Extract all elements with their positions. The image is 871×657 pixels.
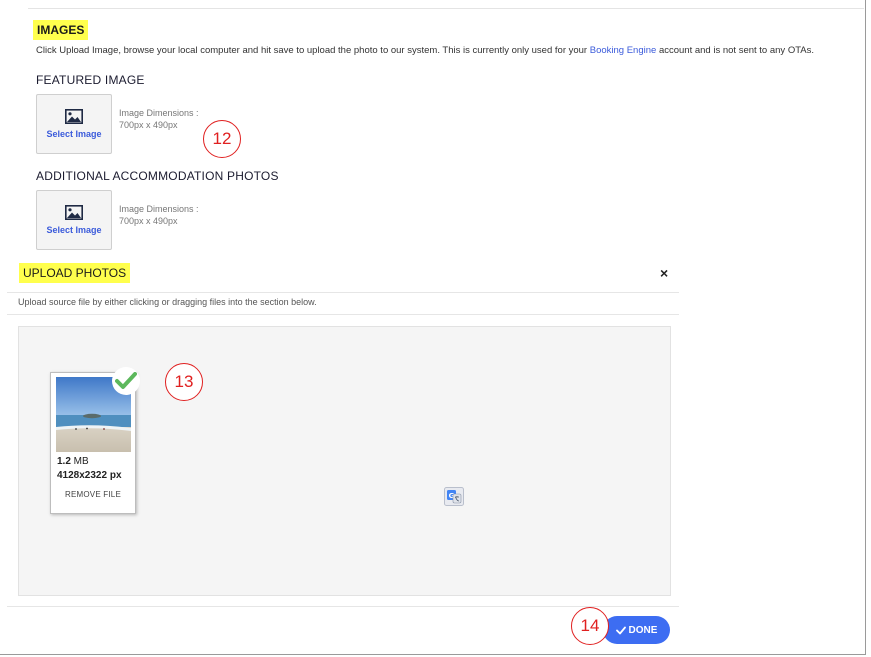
dims-value: 700px x 490px <box>119 120 178 130</box>
featured-select-image-button[interactable]: Select Image <box>36 94 112 154</box>
done-label: DONE <box>628 624 658 636</box>
image-icon <box>65 109 83 124</box>
upload-photos-title: UPLOAD PHOTOS <box>19 263 131 283</box>
dims-label: Image Dimensions : <box>119 108 199 118</box>
upload-photos-modal: UPLOAD PHOTOS × Upload source file by ei… <box>7 258 679 655</box>
uploaded-file-card: 1.2 MB 4128x2322 px REMOVE FILE <box>50 367 140 514</box>
check-icon <box>615 626 626 634</box>
select-image-label: Select Image <box>46 129 102 139</box>
description-text: Click Upload Image, browse your local co… <box>36 45 590 56</box>
modal-divider <box>7 314 679 315</box>
images-description: Click Upload Image, browse your local co… <box>36 45 814 56</box>
additional-select-image-button[interactable]: Select Image <box>36 190 112 250</box>
close-icon[interactable]: × <box>660 265 668 281</box>
file-size: 1.2 MB <box>57 456 89 467</box>
callout-13: 13 <box>165 363 203 401</box>
featured-image-title: FEATURED IMAGE <box>36 73 145 87</box>
translate-icon[interactable]: G <box>444 487 464 506</box>
upload-help-text: Upload source file by either clicking or… <box>18 297 317 307</box>
done-button[interactable]: DONE <box>603 616 670 644</box>
callout-12: 12 <box>203 120 241 158</box>
file-size-unit: MB <box>70 456 89 467</box>
image-icon <box>65 205 83 220</box>
file-dimensions: 4128x2322 px <box>57 470 122 481</box>
modal-divider <box>7 292 679 293</box>
file-dropzone[interactable]: 1.2 MB 4128x2322 px REMOVE FILE G <box>18 326 671 596</box>
frame-edge-bottom <box>0 654 866 655</box>
dims-label: Image Dimensions : <box>119 204 199 214</box>
select-image-label: Select Image <box>46 225 102 235</box>
frame-edge-right <box>865 0 866 655</box>
callout-14: 14 <box>571 607 609 645</box>
remove-file-button[interactable]: REMOVE FILE <box>51 490 135 499</box>
description-text-end: account and is not sent to any OTAs. <box>656 45 815 56</box>
file-size-value: 1.2 <box>57 456 71 467</box>
top-divider <box>28 8 864 9</box>
featured-image-dimensions: Image Dimensions : 700px x 490px <box>119 107 199 131</box>
dims-value: 700px x 490px <box>119 216 178 226</box>
images-section-title: IMAGES <box>33 20 89 40</box>
booking-engine-link[interactable]: Booking Engine <box>590 45 657 56</box>
modal-footer-divider <box>7 606 679 607</box>
check-icon <box>115 372 137 389</box>
additional-image-dimensions: Image Dimensions : 700px x 490px <box>119 203 199 227</box>
upload-success-icon <box>112 367 140 395</box>
additional-photos-title: ADDITIONAL ACCOMMODATION PHOTOS <box>36 169 279 183</box>
